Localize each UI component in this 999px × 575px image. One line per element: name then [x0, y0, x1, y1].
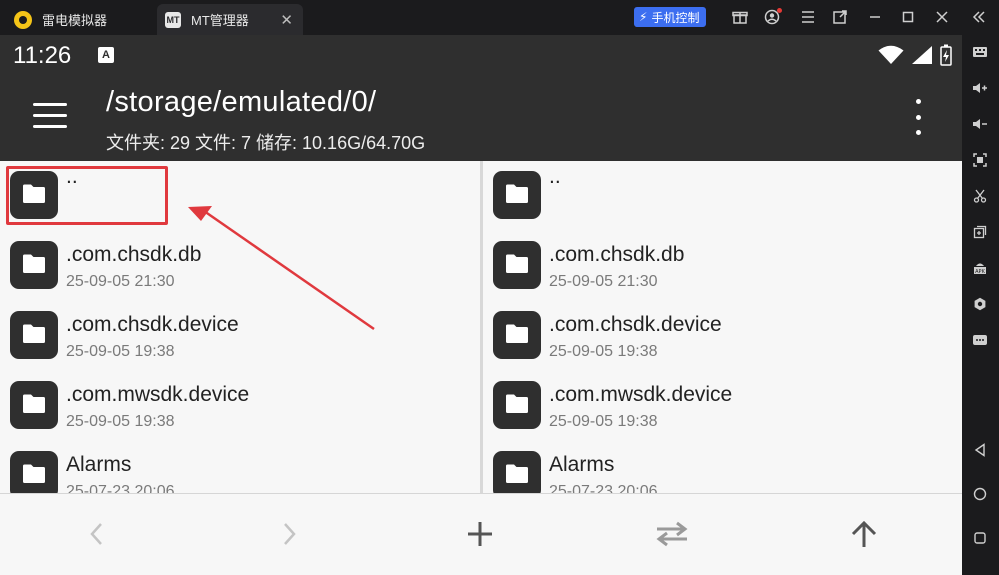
app-tab-mt-manager[interactable]: MT MT管理器 ✕: [157, 4, 303, 35]
file-name: .com.chsdk.device: [66, 313, 239, 336]
home-tab-label: 雷电模拟器: [42, 13, 108, 28]
file-list-item[interactable]: .com.chsdk.db 25-09-05 21:30: [483, 231, 962, 301]
parent-directory-item[interactable]: ..: [483, 161, 962, 231]
menu-list-icon[interactable]: [799, 8, 817, 26]
file-name: .com.mwsdk.device: [549, 383, 733, 406]
status-icons: [878, 44, 952, 66]
file-date: 25-09-05 19:38: [66, 413, 175, 430]
android-home-icon[interactable]: [970, 484, 990, 504]
file-list-item[interactable]: .com.mwsdk.device 25-09-05 19:38: [0, 371, 480, 441]
file-name: .com.chsdk.device: [549, 313, 722, 336]
more-options-icon[interactable]: [970, 330, 990, 350]
android-recents-icon[interactable]: [970, 528, 990, 548]
ldplayer-logo-icon: [14, 10, 32, 29]
gift-icon[interactable]: [731, 8, 749, 26]
popout-window-icon[interactable]: [831, 8, 849, 26]
folder-icon: [10, 311, 58, 359]
svg-text:APK: APK: [975, 269, 985, 275]
folder-icon: [493, 241, 541, 289]
file-list-item[interactable]: .com.chsdk.device 25-09-05 19:38: [483, 301, 962, 371]
folder-icon: [493, 171, 541, 219]
folder-icon: [10, 241, 58, 289]
close-window-icon[interactable]: [933, 8, 951, 26]
file-date: 25-09-05 19:38: [549, 413, 658, 430]
file-name: .com.mwsdk.device: [66, 383, 250, 406]
cell-signal-icon: [912, 46, 932, 64]
file-name: ..: [549, 165, 561, 188]
file-name: Alarms: [549, 453, 615, 476]
file-date: 25-09-05 21:30: [66, 273, 175, 290]
screenshot-scissors-icon[interactable]: [970, 186, 990, 206]
file-name: .com.chsdk.db: [549, 243, 685, 266]
file-date: 25-07-23 20:06: [66, 483, 175, 493]
notification-badge-icon: A: [98, 47, 114, 63]
android-screen: 11:26 A /storage/emulated/0/ 文件夹: 29 文件:…: [0, 35, 962, 575]
fullscreen-icon[interactable]: [970, 150, 990, 170]
back-chevron-icon[interactable]: [79, 516, 115, 552]
user-account-icon[interactable]: [763, 8, 782, 26]
lightning-icon: ⚡: [639, 10, 648, 24]
volume-up-icon[interactable]: [970, 78, 990, 98]
file-list-item[interactable]: .com.mwsdk.device 25-09-05 19:38: [483, 371, 962, 441]
folder-icon: [493, 451, 541, 493]
emulator-sidebar: APK: [962, 35, 999, 575]
status-time: 11:26: [13, 42, 72, 69]
minimize-icon[interactable]: [866, 8, 884, 26]
bottom-toolbar: [0, 493, 962, 575]
volume-down-icon[interactable]: [970, 114, 990, 134]
swap-arrows-icon[interactable]: [654, 516, 690, 552]
mt-manager-app-icon: MT: [165, 11, 181, 28]
forward-chevron-icon[interactable]: [271, 516, 307, 552]
file-name: Alarms: [66, 453, 132, 476]
wifi-icon: [878, 45, 904, 64]
folder-icon: [10, 381, 58, 429]
collapse-sidebar-icon[interactable]: [970, 8, 988, 26]
file-date: 25-09-05 19:38: [66, 343, 175, 360]
left-file-pane[interactable]: .. .com.chsdk.db 25-09-05 21:30 .com.chs…: [0, 161, 480, 493]
close-tab-icon[interactable]: ✕: [280, 11, 293, 29]
keyboard-icon[interactable]: [970, 42, 990, 62]
file-date: 25-09-05 21:30: [549, 273, 658, 290]
file-list-item[interactable]: Alarms 25-07-23 20:06: [483, 441, 962, 493]
folder-icon: [493, 311, 541, 359]
more-vert-icon[interactable]: [912, 99, 924, 135]
current-path-title: /storage/emulated/0/: [106, 86, 377, 118]
file-panes: .. .com.chsdk.db 25-09-05 21:30 .com.chs…: [0, 161, 962, 493]
app-tab-label: MT管理器: [191, 13, 249, 28]
folder-icon: [10, 171, 58, 219]
emulator-home-tab[interactable]: 雷电模拟器: [0, 4, 157, 35]
file-name: ..: [66, 165, 78, 188]
android-back-icon[interactable]: [970, 440, 990, 460]
apk-install-icon[interactable]: APK: [970, 258, 990, 278]
file-list-item[interactable]: .com.chsdk.db 25-09-05 21:30: [0, 231, 480, 301]
file-date: 25-09-05 19:38: [549, 343, 658, 360]
file-list-item[interactable]: .com.chsdk.device 25-09-05 19:38: [0, 301, 480, 371]
phone-control-button[interactable]: ⚡ 手机控制: [634, 7, 707, 27]
phone-control-label: 手机控制: [651, 10, 700, 25]
app-bar: /storage/emulated/0/ 文件夹: 29 文件: 7 储存: 1…: [0, 75, 962, 161]
right-file-pane[interactable]: .. .com.chsdk.db 25-09-05 21:30 .com.chs…: [483, 161, 962, 493]
add-window-icon[interactable]: [970, 222, 990, 242]
folder-icon: [10, 451, 58, 493]
status-bar: 11:26 A: [0, 35, 962, 75]
file-date: 25-07-23 20:06: [549, 483, 658, 493]
hamburger-menu-icon[interactable]: [33, 103, 67, 129]
parent-directory-item[interactable]: ..: [0, 161, 480, 231]
plus-icon[interactable]: [462, 516, 498, 552]
file-name: .com.chsdk.db: [66, 243, 202, 266]
folder-icon: [493, 381, 541, 429]
settings-gear-icon[interactable]: [970, 294, 990, 314]
up-arrow-icon[interactable]: [846, 516, 882, 552]
battery-charging-icon: [940, 44, 952, 66]
file-list-item[interactable]: Alarms 25-07-23 20:06: [0, 441, 480, 493]
storage-info: 文件夹: 29 文件: 7 储存: 10.16G/64.70G: [106, 133, 426, 153]
maximize-icon[interactable]: [899, 8, 917, 26]
emulator-title-bar: 雷电模拟器 MT MT管理器 ✕ ⚡ 手机控制: [0, 0, 999, 35]
